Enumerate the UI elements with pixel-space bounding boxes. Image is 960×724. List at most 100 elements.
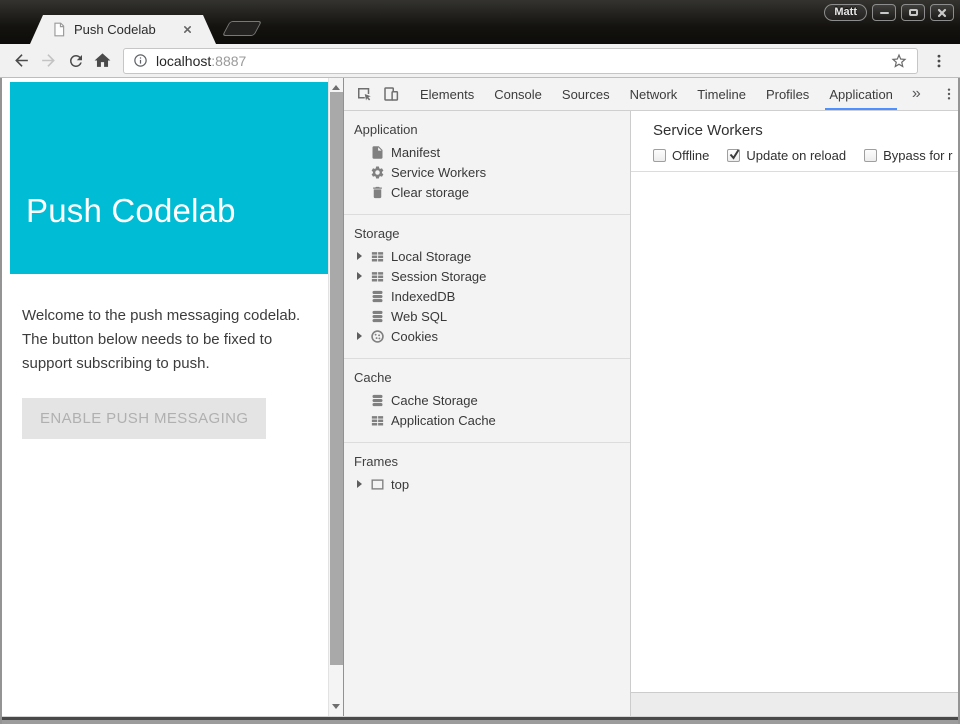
user-badge[interactable]: Matt xyxy=(824,4,867,21)
inspect-element-button[interactable] xyxy=(350,78,377,110)
devtools-tab-timeline[interactable]: Timeline xyxy=(687,78,756,110)
devtools-tab-elements[interactable]: Elements xyxy=(410,78,484,110)
device-toolbar-icon xyxy=(382,85,400,103)
sidebar-item-label: Web SQL xyxy=(391,309,447,324)
sidebar-section-storage: Storage Local Storage Session Storage Index… xyxy=(344,214,630,358)
maximize-button[interactable] xyxy=(901,4,925,21)
devtools-sidebar: ApplicationManifest Service Workers Clear … xyxy=(344,111,631,716)
browser-tab[interactable]: Push Codelab xyxy=(30,15,216,44)
window-bottom-frame xyxy=(0,716,960,724)
sidebar-item-label: Cookies xyxy=(391,329,438,344)
panel-footer xyxy=(631,692,958,716)
welcome-text: Welcome to the push messaging codelab. T… xyxy=(22,304,312,376)
sidebar-item-manifest[interactable]: Manifest xyxy=(344,142,630,162)
page-scrollbar[interactable] xyxy=(328,78,343,716)
sidebar-section-cache: CacheCache StorageApplication Cache xyxy=(344,358,630,442)
service-worker-options: Offline Update on reload Bypass for r xyxy=(653,148,958,163)
expander-triangle-icon[interactable] xyxy=(357,332,370,340)
trash-icon xyxy=(370,185,385,200)
panel-title: Service Workers xyxy=(653,122,958,139)
sidebar-item-top[interactable]: top xyxy=(344,474,630,494)
devtools-tab-sources[interactable]: Sources xyxy=(552,78,620,110)
back-button[interactable] xyxy=(8,47,35,74)
checkbox-bypass-for-r[interactable]: Bypass for r xyxy=(864,148,952,163)
sidebar-item-label: Cache Storage xyxy=(391,393,478,408)
forward-icon xyxy=(39,51,58,70)
sidebar-item-service-workers[interactable]: Service Workers xyxy=(344,162,630,182)
reload-button[interactable] xyxy=(62,47,89,74)
sidebar-item-label: Service Workers xyxy=(391,165,486,180)
service-workers-panel: Service Workers Offline Update on reload B… xyxy=(631,111,958,716)
scroll-down-arrow[interactable] xyxy=(329,699,343,713)
devtools-tab-profiles[interactable]: Profiles xyxy=(756,78,819,110)
home-icon xyxy=(93,51,112,70)
section-title: Application xyxy=(344,120,630,142)
sidebar-item-application-cache[interactable]: Application Cache xyxy=(344,410,630,430)
sidebar-item-cookies[interactable]: Cookies xyxy=(344,326,630,346)
expander-triangle-icon[interactable] xyxy=(357,480,370,488)
page-viewport: Push Codelab Welcome to the push messagi… xyxy=(2,78,343,716)
page-header: Push Codelab xyxy=(10,82,328,274)
sidebar-item-label: top xyxy=(391,477,409,492)
database-icon xyxy=(370,309,385,324)
database-icon xyxy=(370,289,385,304)
sidebar-section-application: ApplicationManifest Service Workers Clear … xyxy=(344,111,630,214)
section-title: Storage xyxy=(344,224,630,246)
address-bar[interactable]: localhost:8887 xyxy=(123,48,918,74)
sidebar-item-label: Clear storage xyxy=(391,185,469,200)
cookie-icon xyxy=(370,329,385,344)
sidebar-item-cache-storage[interactable]: Cache Storage xyxy=(344,390,630,410)
devtools-tab-network[interactable]: Network xyxy=(620,78,688,110)
minimize-button[interactable] xyxy=(872,4,896,21)
checkbox-label: Update on reload xyxy=(746,148,846,163)
enable-push-button[interactable]: ENABLE PUSH MESSAGING xyxy=(22,398,266,439)
sidebar-item-indexeddb[interactable]: IndexedDB xyxy=(344,286,630,306)
sidebar-item-local-storage[interactable]: Local Storage xyxy=(344,246,630,266)
table-icon xyxy=(370,269,385,284)
reload-icon xyxy=(67,52,85,70)
sidebar-item-label: Local Storage xyxy=(391,249,471,264)
devtools-toolbar: ElementsConsoleSourcesNetworkTimelinePro… xyxy=(344,78,958,111)
section-title: Frames xyxy=(344,452,630,474)
sidebar-item-label: Session Storage xyxy=(391,269,486,284)
document-icon xyxy=(370,145,385,160)
close-window-button[interactable] xyxy=(930,4,954,21)
window-controls: Matt xyxy=(824,4,954,21)
browser-menu-button[interactable] xyxy=(925,47,952,74)
checkbox-update-on-reload[interactable]: Update on reload xyxy=(727,148,846,163)
home-button[interactable] xyxy=(89,47,116,74)
checkbox-unchecked-icon[interactable] xyxy=(653,149,666,162)
new-tab-button[interactable] xyxy=(222,21,262,36)
window-content: Push Codelab Welcome to the push messagi… xyxy=(0,78,960,716)
back-icon xyxy=(12,51,31,70)
devtools-tab-application[interactable]: Application xyxy=(819,78,903,110)
devtools-menu-button[interactable] xyxy=(936,78,960,110)
page-document-icon xyxy=(52,22,66,37)
device-toolbar-button[interactable] xyxy=(377,78,404,110)
menu-dots-icon xyxy=(930,52,948,70)
scrollbar-thumb[interactable] xyxy=(330,92,343,665)
inspect-cursor-icon xyxy=(355,85,373,103)
service-workers-content xyxy=(631,172,958,692)
gear-icon xyxy=(370,165,385,180)
devtools-tab-console[interactable]: Console xyxy=(484,78,552,110)
database-icon xyxy=(370,393,385,408)
checkbox-label: Offline xyxy=(672,148,709,163)
bookmark-star-icon[interactable] xyxy=(890,52,908,70)
sidebar-item-label: Application Cache xyxy=(391,413,496,428)
maximize-icon xyxy=(909,9,918,16)
devtools-panel: ElementsConsoleSourcesNetworkTimelinePro… xyxy=(343,78,958,716)
close-icon xyxy=(937,8,947,18)
sidebar-item-session-storage[interactable]: Session Storage xyxy=(344,266,630,286)
expander-triangle-icon[interactable] xyxy=(357,272,370,280)
forward-button[interactable] xyxy=(35,47,62,74)
tab-close-icon[interactable] xyxy=(183,25,192,34)
checkbox-checked-icon[interactable] xyxy=(727,149,740,162)
sidebar-item-clear-storage[interactable]: Clear storage xyxy=(344,182,630,202)
checkbox-offline[interactable]: Offline xyxy=(653,148,709,163)
sidebar-item-web-sql[interactable]: Web SQL xyxy=(344,306,630,326)
more-tabs-button[interactable]: » xyxy=(903,78,930,110)
expander-triangle-icon[interactable] xyxy=(357,252,370,260)
checkbox-unchecked-icon[interactable] xyxy=(864,149,877,162)
page-info-icon[interactable] xyxy=(133,53,148,68)
